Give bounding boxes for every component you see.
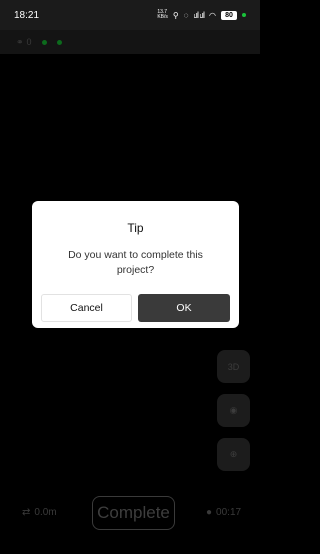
wifi-icon: ◠: [209, 10, 216, 20]
satellite-icon: ⚭: [16, 36, 24, 47]
distance-readout: ⇄ 0.0m: [22, 507, 57, 518]
tip-dialog: Tip Do you want to complete this project…: [32, 201, 239, 328]
clock-icon: ●: [206, 507, 213, 518]
visibility-button[interactable]: ◉: [217, 394, 250, 427]
timer-value: 00:17: [216, 507, 242, 518]
eye-icon: ◉: [229, 405, 238, 415]
satellite-indicator[interactable]: ⚭ 0: [16, 37, 32, 48]
cell-signal-icon: ₗ.ıl ₗ.ıl: [193, 9, 205, 20]
crosshair-icon: ⊕: [229, 449, 238, 459]
view-3d-button[interactable]: 3D: [217, 350, 250, 383]
view-3d-label: 3D: [227, 361, 240, 372]
cancel-button[interactable]: Cancel: [41, 294, 132, 322]
gps-status-icon: [41, 39, 47, 45]
top-toolbar: ⚭ 0: [0, 30, 260, 54]
net-speed: 13.7 KB/s: [157, 9, 168, 20]
location-icon: ⚲: [172, 10, 179, 20]
connection-status-icon: [56, 39, 62, 45]
distance-value: 0.0m: [34, 507, 57, 518]
complete-button[interactable]: Complete: [92, 496, 175, 530]
ok-button[interactable]: OK: [138, 294, 230, 322]
locate-button[interactable]: ⊕: [217, 438, 250, 471]
status-icons: 13.7 KB/s ⚲ ◌ ₗ.ıl ₗ.ıl ◠ 80: [157, 10, 246, 21]
alarm-icon: ◌: [183, 10, 189, 20]
status-bar: 18:21 13.7 KB/s ⚲ ◌ ₗ.ıl ₗ.ıl ◠ 80: [0, 0, 260, 30]
battery-icon: 80: [221, 10, 237, 20]
satellite-count: 0: [26, 37, 32, 47]
privacy-dot-icon: [242, 13, 246, 17]
distance-icon: ⇄: [22, 507, 31, 518]
timer-readout: ● 00:17: [206, 507, 241, 518]
dialog-title: Tip: [127, 221, 144, 235]
dialog-message: Do you want to complete this project?: [68, 249, 203, 276]
status-time: 18:21: [14, 9, 40, 21]
